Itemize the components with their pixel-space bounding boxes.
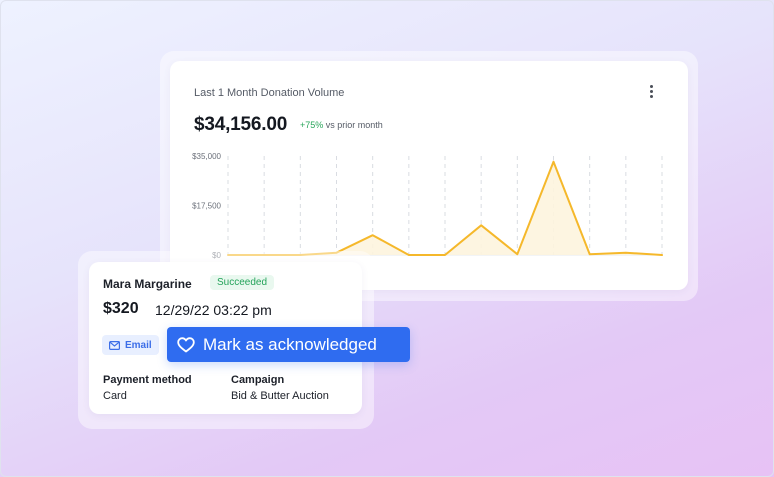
mail-icon	[109, 340, 120, 350]
payment-method-label: Payment method	[103, 374, 192, 386]
payment-datetime: 12/29/22 03:22 pm	[155, 302, 272, 318]
heart-icon	[177, 336, 195, 352]
donor-name: Mara Margarine	[103, 277, 192, 291]
payment-method-value: Card	[103, 390, 127, 402]
campaign-value: Bid & Butter Auction	[231, 390, 329, 402]
mark-acknowledged-label: Mark as acknowledged	[203, 334, 377, 354]
payment-amount: $320	[103, 300, 139, 317]
email-button[interactable]: Email	[102, 335, 159, 355]
campaign-label: Campaign	[231, 374, 285, 386]
email-button-label: Email	[125, 339, 152, 351]
y-tick-label: $35,000	[192, 152, 221, 161]
status-badge: Succeeded	[210, 275, 275, 290]
y-tick-label: $17,500	[192, 202, 221, 211]
mark-acknowledged-button[interactable]: Mark as acknowledged	[167, 327, 410, 362]
